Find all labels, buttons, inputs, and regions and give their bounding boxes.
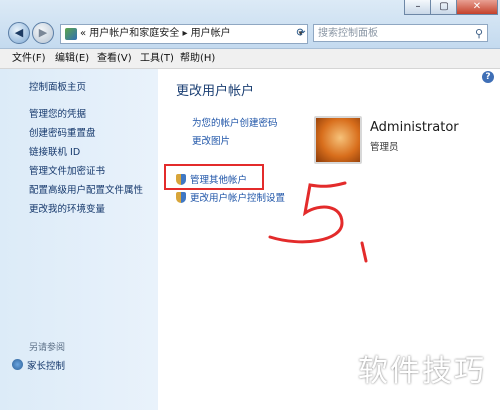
minimize-button[interactable]: – (404, 0, 432, 15)
sidebar-item-profile-props[interactable]: 配置高级用户配置文件属性 (29, 182, 143, 196)
sidebar-item-encryption-cert[interactable]: 管理文件加密证书 (29, 163, 105, 177)
back-button[interactable]: ◀ (8, 22, 30, 44)
control-panel-window: – ▢ ✕ ◀ ▶ « 用户帐户和家庭安全 ▸ 用户帐户 ▾ ⟳ 搜索控制面板 … (0, 0, 500, 410)
address-bar[interactable]: « 用户帐户和家庭安全 ▸ 用户帐户 ▾ (60, 24, 308, 44)
sidebar-item-credentials[interactable]: 管理您的凭据 (29, 106, 86, 120)
menu-view[interactable]: 查看(V) (97, 49, 132, 68)
user-role: 管理员 (370, 142, 399, 153)
user-card: Administrator 管理员 (304, 111, 494, 169)
sidebar-item-reset-disk[interactable]: 创建密码重置盘 (29, 125, 96, 139)
sidebar-item-env-vars[interactable]: 更改我的环境变量 (29, 201, 105, 215)
menu-bar: 文件(F) 编辑(E) 查看(V) 工具(T) 帮助(H) (0, 49, 500, 69)
title-bar: – ▢ ✕ ◀ ▶ « 用户帐户和家庭安全 ▸ 用户帐户 ▾ ⟳ 搜索控制面板 … (0, 0, 500, 49)
refresh-icon[interactable]: ⟳ (292, 24, 310, 42)
menu-edit[interactable]: 编辑(E) (55, 49, 89, 68)
menu-help[interactable]: 帮助(H) (180, 49, 215, 68)
search-input[interactable]: 搜索控制面板 ⚲ (313, 24, 488, 42)
annotation-highlight-box (164, 164, 264, 190)
shield-icon (176, 192, 186, 203)
menu-tools[interactable]: 工具(T) (140, 49, 174, 68)
help-icon[interactable]: ? (482, 71, 494, 83)
sidebar: 控制面板主页 管理您的凭据 创建密码重置盘 链接联机 ID 管理文件加密证书 配… (0, 69, 158, 410)
change-picture-link[interactable]: 更改图片 (192, 133, 230, 147)
sidebar-item-home[interactable]: 控制面板主页 (29, 79, 86, 93)
create-password-link[interactable]: 为您的帐户创建密码 (192, 115, 278, 129)
forward-button[interactable]: ▶ (32, 22, 54, 44)
avatar[interactable] (314, 116, 362, 164)
maximize-button[interactable]: ▢ (430, 0, 458, 15)
page-title: 更改用户帐户 (176, 84, 255, 99)
annotation-number: 5. (268, 181, 368, 263)
search-icon[interactable]: ⚲ (475, 25, 483, 43)
control-panel-icon (65, 28, 77, 40)
search-placeholder: 搜索控制面板 (318, 28, 378, 39)
sidebar-item-online-id[interactable]: 链接联机 ID (29, 144, 80, 158)
parental-controls-label: 家长控制 (27, 361, 66, 372)
menu-file[interactable]: 文件(F) (12, 49, 46, 68)
close-button[interactable]: ✕ (456, 0, 498, 15)
sidebar-item-parental-controls[interactable]: 家长控制 (12, 358, 65, 372)
user-name: Administrator (370, 120, 459, 135)
breadcrumb: « 用户帐户和家庭安全 ▸ 用户帐户 (80, 28, 231, 39)
parental-controls-icon (12, 359, 23, 370)
see-also-label: 另请参阅 (29, 343, 66, 353)
watermark: 软件技巧 (358, 354, 486, 389)
